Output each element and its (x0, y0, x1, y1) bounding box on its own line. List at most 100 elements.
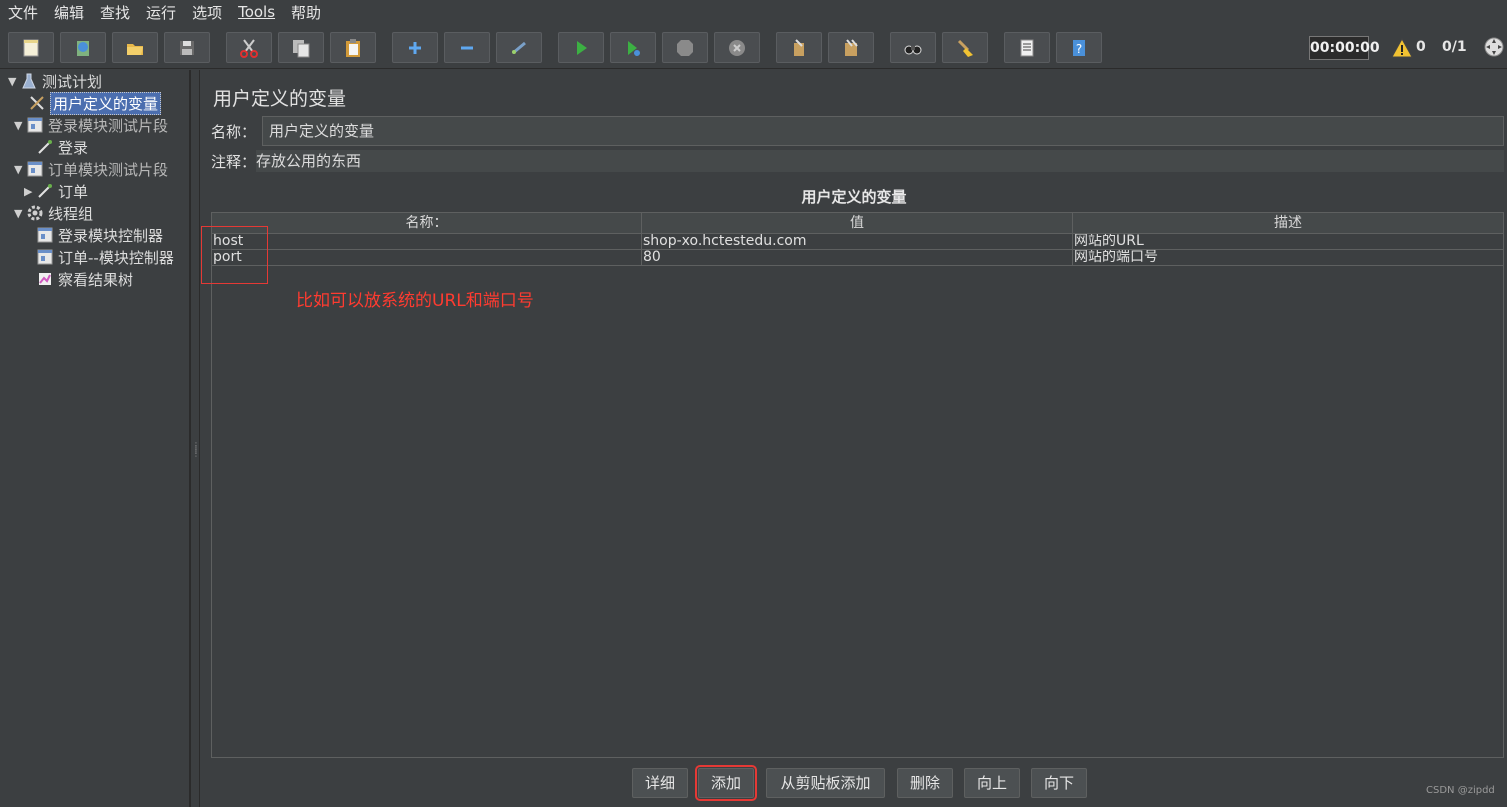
move-up-button[interactable]: 向上 (964, 768, 1020, 798)
tree-item-order[interactable]: ▶ 订单 (24, 180, 88, 202)
start-button[interactable] (558, 32, 604, 63)
comment-field[interactable]: 存放公用的东西 (256, 150, 1504, 172)
collapsed-arrow-icon[interactable]: ▶ (24, 185, 36, 198)
config-panel: 用户定义的变量 名称： 用户定义的变量 注释： 存放公用的东西 用户定义的变量 … (201, 70, 1507, 807)
name-row: 名称： 用户定义的变量 (211, 116, 1504, 146)
table-row[interactable]: host shop-xo.hctestedu.com 网站的URL (212, 234, 1503, 250)
cut-icon (240, 38, 258, 58)
tree-item-user-defined-variables[interactable]: 用户定义的变量 (28, 91, 162, 115)
results-tree-icon (36, 270, 54, 288)
copy-icon (293, 39, 310, 57)
stop-button[interactable] (662, 32, 708, 63)
stop-icon (677, 39, 693, 56)
cell-name[interactable]: port (212, 250, 642, 266)
expand-icon (409, 41, 421, 54)
new-button[interactable] (8, 32, 54, 63)
annotation-highlight-box (201, 226, 268, 284)
comment-label: 注释： (211, 152, 257, 171)
help-button[interactable]: ? (1056, 32, 1102, 63)
reset-search-button[interactable] (942, 32, 988, 63)
tree-item-login[interactable]: 登录 (36, 136, 88, 158)
start-no-pause-icon (628, 40, 640, 56)
menu-edit[interactable]: 编辑 (54, 2, 84, 23)
annotation-note: 比如可以放系统的URL和端口号 (296, 291, 534, 311)
clear-button[interactable] (776, 32, 822, 63)
tree-item-login-controller[interactable]: 登录模块控制器 (36, 224, 163, 246)
add-button[interactable]: 添加 (695, 765, 757, 801)
add-from-clipboard-button[interactable]: 从剪贴板添加 (766, 768, 885, 798)
tree-item-order-controller[interactable]: 订单--模块控制器 (36, 246, 174, 268)
tree-item-test-plan[interactable]: ▼ 测试计划 (8, 70, 102, 92)
expand-arrow-icon[interactable]: ▼ (14, 163, 26, 176)
help-icon: ? (1073, 39, 1085, 56)
expand-arrow-icon[interactable]: ▼ (8, 75, 20, 88)
page-title: 用户定义的变量 (213, 88, 347, 110)
name-label: 名称： (211, 122, 257, 141)
toolbar: ? (0, 25, 1507, 69)
splitter-grip-icon[interactable]: ⋮ ⋮ ⋮ (192, 442, 200, 462)
reset-search-icon (957, 39, 973, 57)
cell-description[interactable]: 网站的URL (1073, 234, 1503, 250)
expand-arrow-icon[interactable]: ▼ (14, 119, 26, 132)
fragment-icon (26, 160, 44, 178)
name-field[interactable]: 用户定义的变量 (262, 116, 1504, 146)
templates-icon (77, 40, 89, 56)
delete-button[interactable]: 删除 (897, 768, 953, 798)
warning-icon[interactable] (1390, 37, 1414, 59)
expand-button[interactable] (392, 32, 438, 63)
copy-button[interactable] (278, 32, 324, 63)
menu-file[interactable]: 文件 (8, 2, 38, 23)
menu-run[interactable]: 运行 (146, 2, 176, 23)
cell-name[interactable]: host (212, 234, 642, 250)
function-helper-button[interactable] (1004, 32, 1050, 63)
clear-all-button[interactable] (828, 32, 874, 63)
table-title: 用户定义的变量 (801, 188, 907, 206)
search-button[interactable] (890, 32, 936, 63)
test-plan-icon (20, 72, 38, 90)
column-header-description[interactable]: 描述 (1073, 213, 1503, 234)
toggle-button[interactable] (496, 32, 542, 63)
menu-bar: 文件 编辑 查找 运行 选项 Tools 帮助 (0, 0, 1507, 24)
menu-search[interactable]: 查找 (100, 2, 130, 23)
thread-group-icon (26, 204, 44, 222)
cell-value[interactable]: 80 (642, 250, 1073, 266)
shutdown-button[interactable] (714, 32, 760, 63)
templates-button[interactable] (60, 32, 106, 63)
search-icon (904, 45, 922, 54)
move-down-button[interactable]: 向下 (1031, 768, 1087, 798)
open-button[interactable] (112, 32, 158, 63)
collapse-icon (461, 46, 473, 49)
tree-item-thread-group[interactable]: ▼ 线程组 (14, 202, 93, 224)
warning-count: 0 (1416, 39, 1426, 55)
menu-options[interactable]: 选项 (192, 2, 222, 23)
tree-item-login-fragment[interactable]: ▼ 登录模块测试片段 (14, 114, 168, 136)
detail-button[interactable]: 详细 (632, 768, 688, 798)
cut-button[interactable] (226, 32, 272, 63)
tree-item-order-fragment[interactable]: ▼ 订单模块测试片段 (14, 158, 168, 180)
column-header-value[interactable]: 值 (642, 213, 1073, 234)
cell-value[interactable]: shop-xo.hctestedu.com (642, 234, 1073, 250)
panel-splitter[interactable] (190, 70, 200, 807)
cell-description[interactable]: 网站的端口号 (1073, 250, 1503, 266)
menu-tools[interactable]: Tools (238, 3, 275, 21)
tree-item-results-tree[interactable]: 察看结果树 (36, 268, 133, 290)
expand-arrow-icon[interactable]: ▼ (14, 207, 26, 220)
controller-icon (36, 248, 54, 266)
table-header: 名称： 值 描述 (212, 213, 1503, 234)
table-button-bar: 详细 添加 从剪贴板添加 删除 向上 向下 (201, 765, 1507, 802)
column-header-name[interactable]: 名称： (212, 213, 642, 234)
new-icon (23, 39, 39, 56)
sampler-icon (36, 182, 54, 200)
paste-icon (346, 38, 360, 57)
sampler-icon (36, 138, 54, 156)
menu-help[interactable]: 帮助 (291, 2, 321, 23)
table-row[interactable]: port 80 网站的端口号 (212, 250, 1503, 266)
shutdown-icon (729, 39, 745, 56)
collapse-button[interactable] (444, 32, 490, 63)
save-button[interactable] (164, 32, 210, 63)
start-no-pause-button[interactable] (610, 32, 656, 63)
watermark: CSDN @zipdd (1426, 785, 1495, 796)
remote-status-icon[interactable] (1483, 36, 1505, 58)
paste-button[interactable] (330, 32, 376, 63)
wrench-icon (28, 94, 46, 112)
